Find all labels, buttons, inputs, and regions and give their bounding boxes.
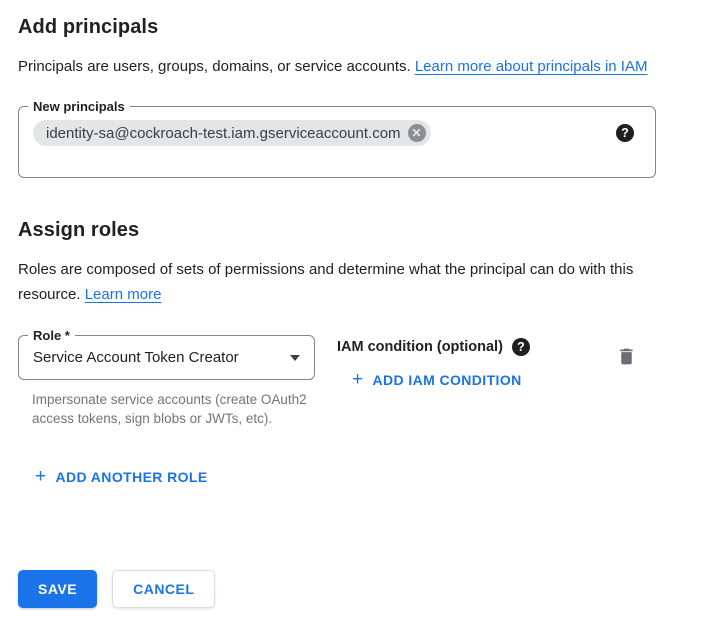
learn-more-principals-link[interactable]: Learn more about principals in IAM bbox=[415, 58, 648, 75]
new-principals-field[interactable]: New principals identity-sa@cockroach-tes… bbox=[18, 106, 656, 178]
delete-role-column bbox=[614, 335, 695, 372]
role-column: Role * Service Account Token Creator Imp… bbox=[18, 335, 315, 428]
iam-condition-help-icon[interactable]: ? bbox=[512, 338, 530, 356]
principals-description: Principals are users, groups, domains, o… bbox=[18, 54, 666, 79]
principal-chip: identity-sa@cockroach-test.iam.gservicea… bbox=[33, 120, 431, 146]
learn-more-roles-link[interactable]: Learn more bbox=[85, 286, 162, 303]
add-principals-panel: Add principals Principals are users, gro… bbox=[0, 0, 713, 507]
add-iam-condition-label: ADD IAM CONDITION bbox=[373, 372, 522, 388]
add-iam-condition-button[interactable]: + ADD IAM CONDITION bbox=[352, 370, 522, 389]
principal-chip-row: identity-sa@cockroach-test.iam.gservicea… bbox=[33, 120, 641, 146]
cancel-button[interactable]: CANCEL bbox=[112, 570, 215, 608]
principal-chip-value: identity-sa@cockroach-test.iam.gservicea… bbox=[46, 125, 401, 142]
delete-role-button[interactable] bbox=[614, 344, 639, 369]
add-another-role-row: + ADD ANOTHER ROLE bbox=[35, 467, 695, 487]
dialog-action-buttons: SAVE CANCEL bbox=[18, 570, 215, 608]
assign-roles-title: Assign roles bbox=[18, 219, 695, 242]
role-select[interactable]: Role * Service Account Token Creator bbox=[18, 335, 315, 380]
new-principals-help-icon[interactable]: ? bbox=[616, 124, 634, 142]
iam-condition-header: IAM condition (optional) ? bbox=[337, 338, 614, 356]
role-helper-text: Impersonate service accounts (create OAu… bbox=[32, 391, 307, 428]
roles-description: Roles are composed of sets of permission… bbox=[18, 257, 666, 307]
trash-icon bbox=[616, 346, 637, 367]
save-button[interactable]: SAVE bbox=[18, 570, 97, 608]
add-another-role-button[interactable]: + ADD ANOTHER ROLE bbox=[35, 467, 208, 486]
new-principals-label: New principals bbox=[28, 98, 130, 115]
role-selected-value: Service Account Token Creator bbox=[33, 349, 239, 366]
plus-icon: + bbox=[352, 370, 364, 389]
iam-condition-column: IAM condition (optional) ? + ADD IAM CON… bbox=[337, 335, 614, 390]
iam-condition-label: IAM condition (optional) bbox=[337, 339, 503, 355]
principals-description-text: Principals are users, groups, domains, o… bbox=[18, 58, 415, 75]
plus-icon: + bbox=[35, 467, 47, 486]
remove-principal-icon[interactable]: ✕ bbox=[408, 124, 426, 142]
dropdown-arrow-icon bbox=[290, 355, 300, 361]
role-assignment-row: Role * Service Account Token Creator Imp… bbox=[18, 335, 695, 428]
page-title: Add principals bbox=[18, 16, 695, 39]
role-label: Role * bbox=[28, 327, 75, 344]
add-another-role-label: ADD ANOTHER ROLE bbox=[56, 469, 208, 485]
